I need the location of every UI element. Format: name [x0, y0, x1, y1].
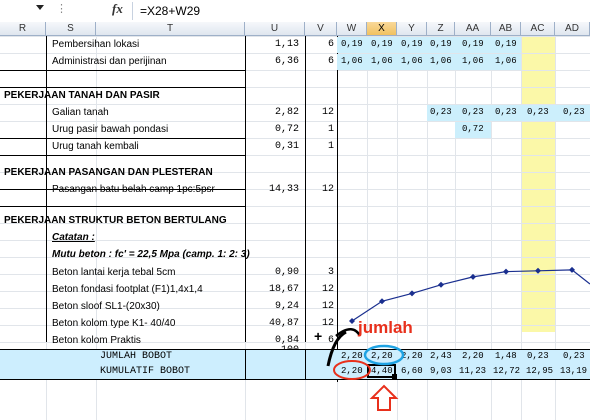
jumlah-annotation-text: jumlah — [358, 318, 413, 337]
curve-point-marker — [503, 268, 509, 275]
column-header-y[interactable]: Y — [397, 22, 427, 36]
curve-point-marker — [349, 318, 355, 324]
column-header-w[interactable]: W — [337, 22, 367, 36]
column-header-r[interactable]: R — [0, 22, 46, 36]
column-header-s[interactable]: S — [46, 22, 96, 36]
resize-handle-icon[interactable]: ⋮ — [56, 2, 67, 15]
column-header-ab[interactable]: AB — [491, 22, 521, 36]
curve-point-marker — [409, 290, 415, 297]
curve-point-marker — [470, 273, 476, 280]
red-arrow-annotation — [369, 384, 399, 411]
column-header-v[interactable]: V — [305, 22, 337, 36]
curve-point-marker — [438, 281, 444, 288]
formula-bar: ⋮ fx =X28+W29 — [0, 0, 590, 23]
column-header-z[interactable]: Z — [427, 22, 455, 36]
column-header-ad[interactable]: AD — [555, 22, 590, 36]
name-box-dropdown-icon[interactable] — [36, 5, 44, 10]
column-header-u[interactable]: U — [245, 22, 305, 36]
column-header-ac[interactable]: AC — [521, 22, 555, 36]
curve-point-marker — [535, 267, 541, 274]
column-header-t[interactable]: T — [96, 22, 245, 36]
s-curve-chart: + — [314, 266, 590, 411]
formula-divider — [132, 2, 133, 20]
red-circle-annotation — [333, 360, 371, 380]
column-header-aa[interactable]: AA — [455, 22, 491, 36]
jumlah-annotation-label: jumlah — [358, 318, 413, 338]
formula-input[interactable]: =X28+W29 — [140, 4, 200, 18]
handdrawn-arrow-mark — [326, 330, 347, 367]
column-header-x[interactable]: X — [367, 22, 397, 36]
plus-mark: + — [314, 328, 322, 344]
insert-function-icon[interactable]: fx — [112, 1, 123, 17]
blue-circle-annotation — [363, 344, 405, 366]
